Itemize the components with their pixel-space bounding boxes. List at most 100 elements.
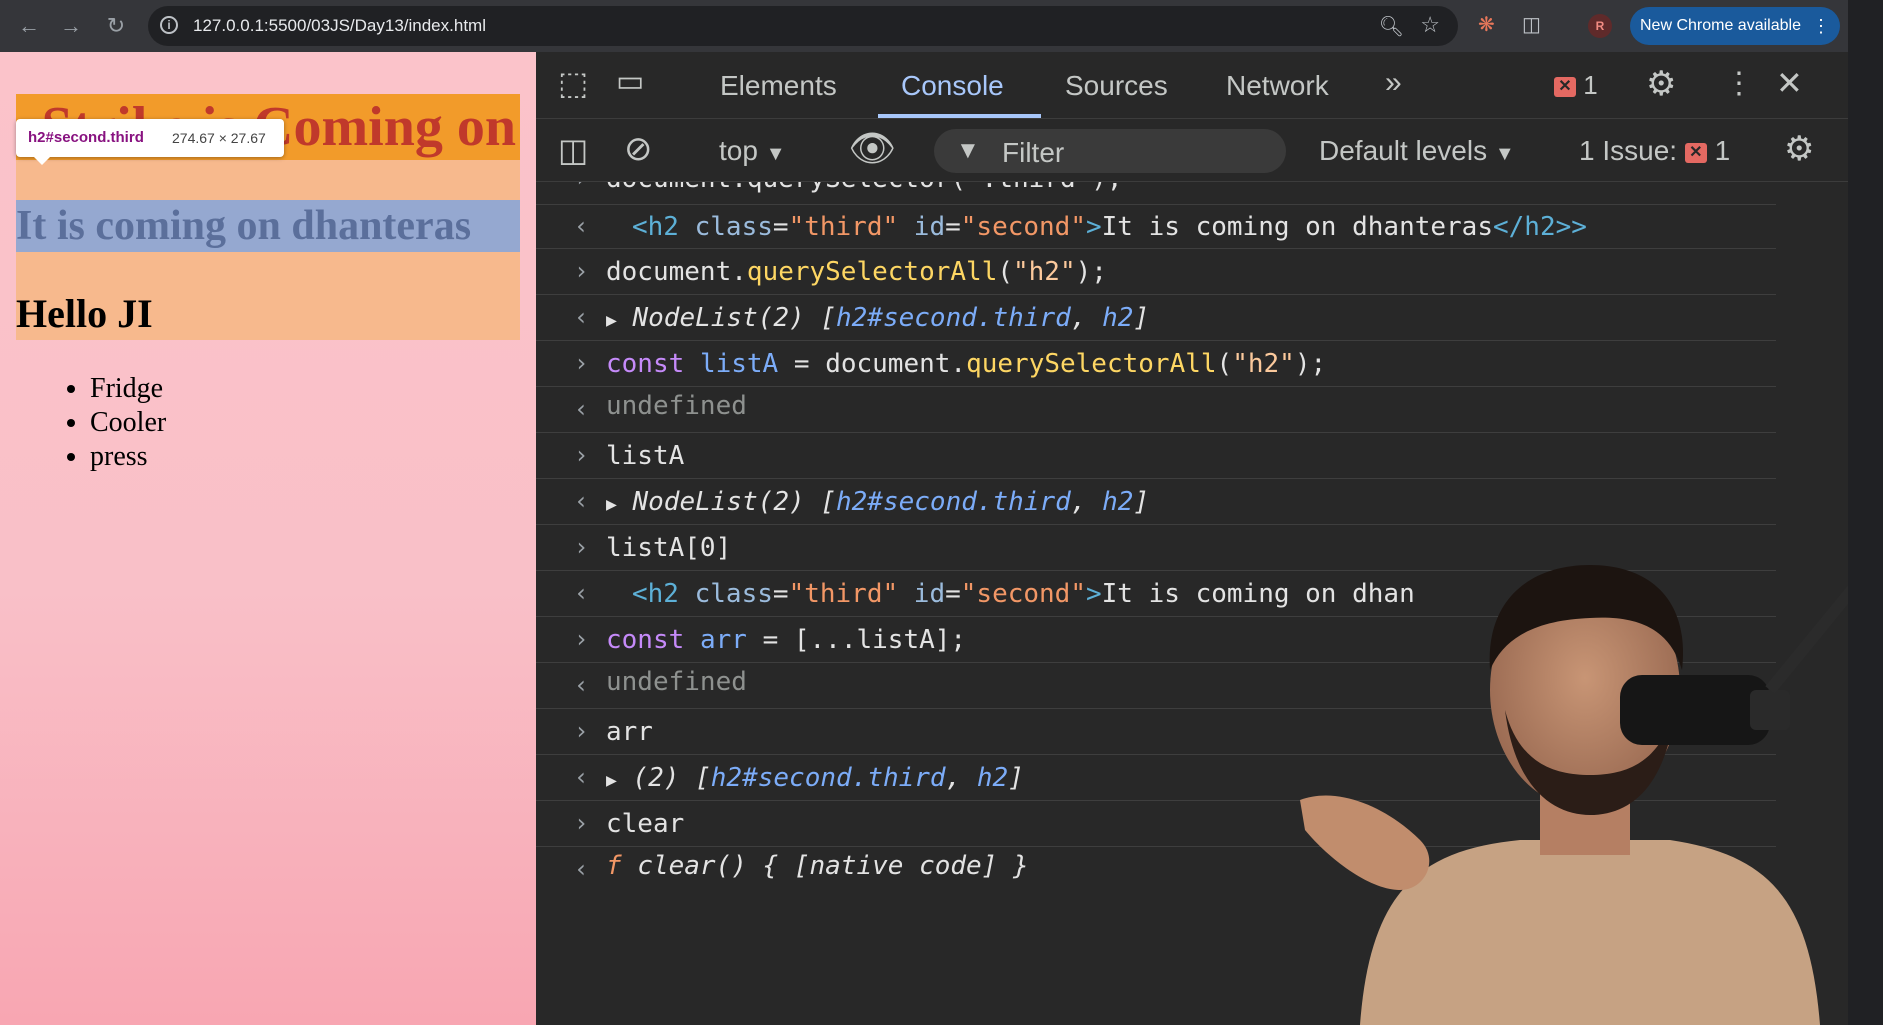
tab-console[interactable]: Console — [901, 70, 1004, 102]
nodelist-expandable[interactable]: ▶ NodeList(2) [h2#second.third, h2] — [606, 303, 1149, 333]
console-code: document.querySelector(".third"); — [606, 182, 1123, 194]
nodelist-expandable[interactable]: ▶ NodeList(2) [h2#second.third, h2] — [606, 487, 1149, 517]
console-settings-gear-icon[interactable]: ⚙ — [1784, 129, 1814, 169]
presenter-shirt — [1360, 840, 1820, 1025]
extensions-puzzle-icon[interactable]: ◫ — [1522, 12, 1541, 37]
error-icon: ✕ — [1684, 142, 1707, 163]
inspect-element-icon[interactable]: ⬚ — [558, 64, 588, 102]
tab-sources[interactable]: Sources — [1065, 70, 1168, 102]
site-info-icon[interactable]: i — [160, 16, 178, 34]
output-chevron-icon: ‹ — [574, 671, 589, 699]
input-chevron-icon: › — [574, 257, 589, 285]
forward-arrow-icon[interactable]: → — [58, 13, 84, 39]
back-arrow-icon[interactable]: ← — [16, 13, 42, 39]
issues-count: 1 — [1714, 135, 1731, 166]
log-levels-dropdown[interactable]: Default levels ▼ — [1319, 135, 1515, 167]
microphone-arm — [1765, 576, 1865, 694]
item-list: Fridge Cooler press — [68, 372, 166, 474]
heading-second-text: It is coming on dhanteras — [16, 203, 472, 249]
window-edge — [1848, 0, 1883, 1025]
console-output-row: ‹ ▶ NodeList(2) [h2#second.third, h2] — [536, 479, 1776, 525]
clear-console-icon[interactable]: ⊘ — [624, 129, 653, 169]
console-output-row: ‹ undefined — [536, 387, 1776, 433]
function-output[interactable]: f clear() { [native code] } — [606, 851, 1029, 881]
console-code: const arr = [...listA]; — [606, 625, 967, 655]
presenter-illustration — [1300, 565, 1865, 1025]
more-tabs-chevron-icon[interactable]: » — [1385, 66, 1402, 100]
filter-placeholder: Filter — [1002, 137, 1065, 168]
list-item: Fridge — [90, 372, 166, 406]
error-count: 1 — [1583, 70, 1598, 100]
microphone — [1620, 675, 1770, 745]
expand-triangle-icon: ▶ — [606, 310, 617, 331]
issues-label: 1 Issue: — [1579, 135, 1678, 166]
output-chevron-icon: ‹ — [574, 395, 589, 423]
more-options-icon[interactable]: ⋮ — [1724, 66, 1754, 101]
console-element[interactable]: <h2 class="third" id="second">It is comi… — [632, 212, 1587, 242]
device-toolbar-icon[interactable]: ▭ — [616, 64, 644, 99]
console-input-row: › document.querySelectorAll("h2"); — [536, 249, 1776, 295]
settings-gear-icon[interactable]: ⚙ — [1646, 64, 1676, 104]
live-expression-eye-icon[interactable]: 👁︎ — [848, 127, 896, 171]
expand-triangle-icon: ▶ — [606, 770, 617, 791]
profile-avatar[interactable]: R — [1588, 14, 1612, 38]
input-chevron-icon: › — [574, 809, 589, 837]
output-chevron-icon: ‹ — [574, 579, 589, 607]
heading-second[interactable]: It is coming on dhanteras — [16, 200, 520, 252]
heading-hello: Hello JI — [16, 291, 153, 336]
console-toolbar: ◫ ⊘ top ▼ 👁︎ ▼ Filter Default levels ▼ 1… — [536, 119, 1848, 182]
tooltip-selector: h2#second.third — [28, 129, 144, 146]
expand-triangle-icon: ▶ — [606, 494, 617, 515]
presenter-video-overlay — [1250, 560, 1883, 1025]
more-vert-icon: ⋮ — [1812, 16, 1830, 36]
tab-elements[interactable]: Elements — [720, 70, 837, 102]
console-output-row: ‹ <h2 class="third" id="second">It is co… — [536, 204, 1776, 249]
error-counter[interactable]: ✕ 1 — [1554, 70, 1598, 101]
console-input-row: › const listA = document.querySelectorAl… — [536, 341, 1776, 387]
microphone-mount — [1750, 690, 1790, 730]
input-chevron-icon: › — [574, 625, 589, 653]
dropdown-caret-icon: ▼ — [1494, 143, 1515, 165]
console-code: document.querySelectorAll("h2"); — [606, 257, 1107, 287]
presenter-hand — [1300, 795, 1430, 890]
devtools-tabbar: ⬚ ▭ Elements Console Sources Network » ✕… — [536, 52, 1848, 119]
input-chevron-icon: › — [574, 349, 589, 377]
address-bar[interactable]: i 127.0.0.1:5500/03JS/Day13/index.html 🔍… — [148, 6, 1458, 46]
console-code: const listA = document.querySelectorAll(… — [606, 349, 1327, 379]
console-code: listA — [606, 441, 685, 471]
bookmark-star-icon[interactable]: ☆ — [1420, 12, 1440, 38]
extension-icon[interactable]: ❋ — [1478, 12, 1495, 37]
tab-network[interactable]: Network — [1226, 70, 1329, 102]
new-chrome-available-button[interactable]: New Chrome available ⋮ — [1630, 7, 1840, 45]
zoom-icon[interactable]: 🔍︎ — [1379, 14, 1404, 39]
console-code: clear — [606, 809, 685, 839]
console-undefined: undefined — [606, 391, 747, 421]
context-label: top — [719, 135, 758, 166]
filter-funnel-icon: ▼ — [956, 137, 980, 164]
input-chevron-icon: › — [574, 182, 588, 192]
error-icon: ✕ — [1554, 77, 1576, 98]
input-chevron-icon: › — [574, 441, 589, 469]
array-expandable[interactable]: ▶ (2) [h2#second.third, h2] — [606, 763, 1024, 793]
console-code: arr — [606, 717, 653, 747]
issues-counter[interactable]: 1 Issue: ✕ 1 — [1579, 135, 1730, 167]
reload-icon[interactable]: ↻ — [103, 13, 129, 39]
output-chevron-icon: ‹ — [574, 855, 589, 883]
list-item: Cooler — [90, 406, 166, 440]
tooltip-dimensions: 274.67 × 27.67 — [172, 130, 266, 146]
filter-input[interactable]: ▼ Filter — [934, 129, 1286, 173]
output-chevron-icon: ‹ — [574, 487, 589, 515]
output-chevron-icon: ‹ — [574, 303, 589, 331]
input-chevron-icon: › — [574, 533, 589, 561]
dropdown-caret-icon: ▼ — [765, 143, 786, 165]
output-chevron-icon: ‹ — [574, 763, 589, 791]
page-viewport: Strike is Coming on It is coming on dhan… — [0, 52, 536, 1025]
sidebar-toggle-icon[interactable]: ◫ — [558, 131, 588, 169]
list-item: press — [90, 440, 166, 474]
close-devtools-icon[interactable]: ✕ — [1776, 64, 1803, 102]
output-chevron-icon: ‹ — [574, 212, 589, 240]
tooltip-arrow — [34, 157, 50, 165]
console-input-row: › listA — [536, 433, 1776, 479]
context-selector[interactable]: top ▼ — [719, 135, 786, 167]
inspect-tooltip: h2#second.third 274.67 × 27.67 — [16, 119, 284, 165]
